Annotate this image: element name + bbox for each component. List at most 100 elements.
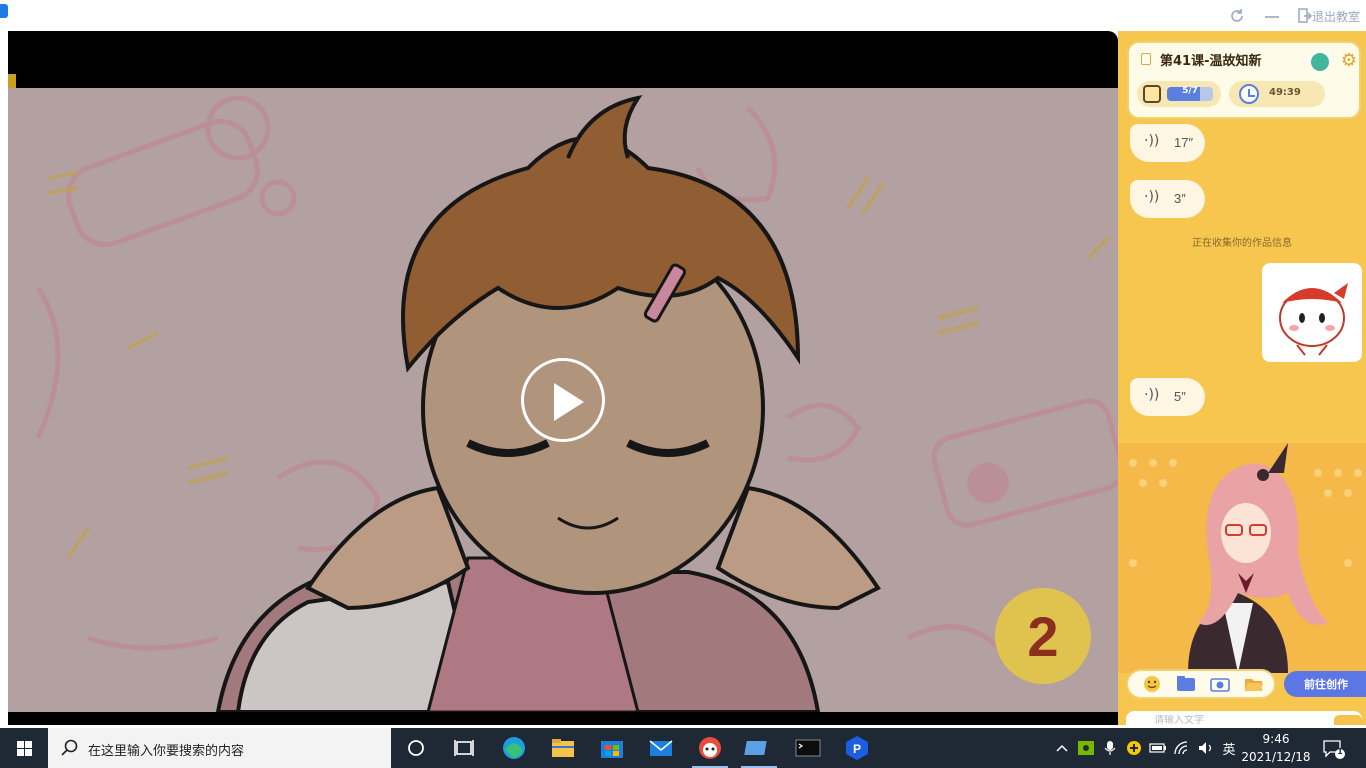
network-tray-button[interactable] [1172,738,1192,758]
video-stage: 2 [8,31,1118,725]
lesson-title: 第41课-温故知新 [1160,54,1262,69]
exit-icon [1298,8,1312,23]
voice-message[interactable]: ·)) 17″ [1130,124,1205,162]
minimize-icon [1265,16,1279,18]
remote-app-icon [744,741,767,755]
camera-button[interactable] [1210,675,1230,693]
battery-icon [1149,743,1166,753]
teacher-avatar[interactable] [1309,51,1331,73]
windows-taskbar: 在这里输入你要搜索的内容 P 英 9:46 2021/12/18 1 [0,728,1366,768]
chat-input[interactable] [1154,715,1304,725]
countdown-badge: 2 [995,588,1091,684]
classroom-app-icon [699,737,721,759]
svg-text:P: P [853,742,861,756]
mail-button[interactable] [637,728,685,768]
voice-message[interactable]: ·)) 3″ [1130,180,1205,218]
camera-icon [1210,678,1230,692]
goto-create-button[interactable]: 前往创作 [1284,671,1366,697]
windows-logo-icon [25,741,32,748]
windows-logo-icon [17,741,24,748]
notification-count: 1 [1337,747,1343,756]
chat-input-row [1126,711,1362,725]
voice-wave-icon: ·)) [1144,387,1160,403]
task-view-icon [454,740,474,756]
calendar-icon [1143,85,1161,103]
refresh-icon [1231,9,1243,22]
voice-wave-icon: ·)) [1144,189,1160,205]
play-button[interactable] [521,358,605,442]
emoji-icon [1144,676,1160,692]
exit-classroom-button[interactable]: 退出教室 [1298,6,1366,26]
play-icon [554,383,584,421]
video-player[interactable]: 2 [8,88,1118,712]
assistant-character [1118,443,1366,673]
app-icon [0,4,8,18]
microphone-icon [1104,741,1116,755]
voice-duration: 17″ [1174,135,1194,150]
chat-toolbar [1126,669,1276,699]
system-message: 正在收集你的作品信息 [1192,238,1292,249]
microphone-tray-button[interactable] [1100,738,1120,758]
action-center-button[interactable]: 1 [1322,738,1346,760]
voice-duration: 5″ [1174,389,1186,404]
windows-logo-icon [25,749,32,756]
timer-text: 49:39 [1269,87,1301,98]
clock-time: 9:46 [1262,732,1290,746]
nvidia-tray-button[interactable] [1076,738,1096,758]
document-icon [1141,53,1151,65]
game-icon [1127,741,1141,755]
lesson-timer: 49:39 [1229,81,1325,107]
lesson-info-card: 第41课-温故知新 ⚙ 5/7 49:39 [1127,41,1361,119]
send-button[interactable] [1334,715,1362,725]
minimize-button[interactable] [1264,6,1282,26]
mail-icon [649,740,673,756]
windows-logo-icon [17,749,24,756]
assistant-character-illustration [1129,443,1362,673]
open-folder-button[interactable] [1244,675,1264,693]
chevron-up-icon [1056,744,1068,752]
folder-icon [1177,676,1195,691]
edge-browser-button[interactable] [490,728,538,768]
start-button[interactable] [0,728,48,768]
terminal-button[interactable] [784,728,832,768]
task-view-button[interactable] [440,728,488,768]
file-explorer-button[interactable] [539,728,587,768]
volume-icon [1199,742,1212,754]
nvidia-icon [1078,741,1094,755]
taskbar-search-box[interactable]: 在这里输入你要搜索的内容 [48,728,391,768]
cortana-button[interactable] [392,728,440,768]
battery-tray-button[interactable] [1148,738,1168,758]
open-folder-icon [1245,679,1263,691]
voice-duration: 3″ [1174,191,1186,206]
game-tray-button[interactable] [1124,738,1144,758]
folder-icon [552,739,574,757]
p-app-button[interactable]: P [833,728,881,768]
emoji-button[interactable] [1142,675,1162,693]
voice-message[interactable]: ·)) 5″ [1130,378,1205,416]
title-bar: 退出教室 [0,0,1366,31]
voice-wave-icon: ·)) [1144,133,1160,149]
sticker-message[interactable] [1262,263,1362,362]
input-method-indicator[interactable]: 英 [1218,738,1240,758]
classroom-panel: 第41课-温故知新 ⚙ 5/7 49:39 ·)) 17″ ·)) 3″ 正在收… [1118,31,1366,725]
taskbar-clock[interactable]: 9:46 2021/12/18 [1240,730,1312,766]
folder-button[interactable] [1176,675,1196,693]
wifi-icon [1174,741,1188,755]
volume-tray-button[interactable] [1196,738,1216,758]
search-icon [61,739,78,756]
clock-icon [1239,84,1259,104]
remote-app-button[interactable] [735,728,783,768]
refresh-button[interactable] [1229,6,1247,26]
store-button[interactable] [588,728,636,768]
classroom-app-button[interactable] [686,728,734,768]
show-hidden-icons-button[interactable] [1052,738,1072,758]
gear-icon[interactable]: ⚙ [1339,51,1359,71]
p-app-icon: P [846,736,868,760]
search-placeholder: 在这里输入你要搜索的内容 [88,744,245,759]
edge-icon [503,737,525,759]
lesson-progress: 5/7 [1137,81,1221,107]
cortana-icon [408,740,424,756]
exit-classroom-label: 退出教室 [1312,9,1361,24]
clock-date: 2021/12/18 [1241,750,1311,764]
terminal-icon [795,739,821,757]
